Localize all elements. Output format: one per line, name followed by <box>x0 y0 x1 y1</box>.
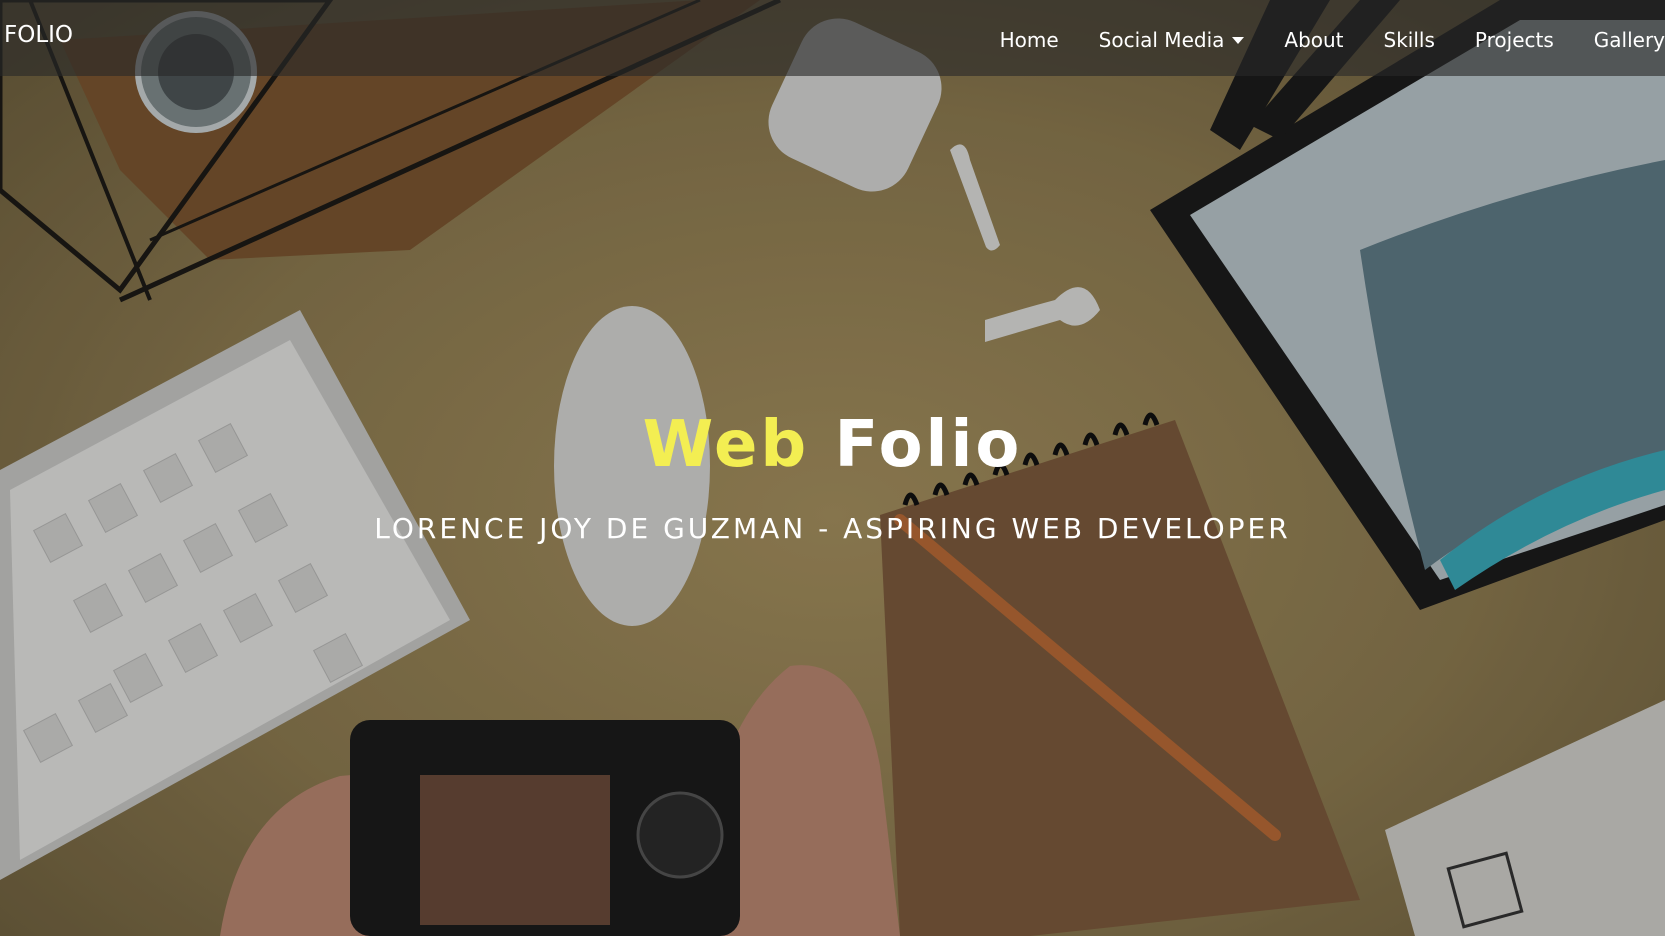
hero-title-accent: Web <box>642 408 810 482</box>
hero-title-rest: Folio <box>834 408 1023 482</box>
brand-logo[interactable]: FOLIO <box>4 22 73 48</box>
caret-down-icon <box>1232 36 1245 44</box>
nav-item-label: Projects <box>1474 28 1554 52</box>
nav-item-social-media[interactable]: Social Media <box>1099 28 1245 52</box>
nav-item-skills[interactable]: Skills <box>1384 28 1435 52</box>
nav-item-projects[interactable]: Projects <box>1475 28 1554 52</box>
nav-item-label: About <box>1284 28 1344 52</box>
hero-subtitle: LORENCE JOY DE GUZMAN - ASPIRING WEB DEV… <box>374 512 1291 545</box>
nav-item-label: Skills <box>1383 28 1435 52</box>
nav-item-gallery[interactable]: Gallery <box>1594 28 1665 52</box>
nav-item-label: Social Media <box>1098 28 1225 52</box>
nav-links: Home Social Media About Skills Projects … <box>960 25 1665 55</box>
nav-item-about[interactable]: About <box>1284 28 1343 52</box>
hero-title: Web Folio <box>0 405 1665 485</box>
nav-item-label: Home <box>999 28 1059 52</box>
nav-item-label: Gallery <box>1593 28 1665 52</box>
nav-item-home[interactable]: Home <box>1000 28 1059 52</box>
navbar: FOLIO Home Social Media About Skills Pro… <box>0 0 1665 76</box>
